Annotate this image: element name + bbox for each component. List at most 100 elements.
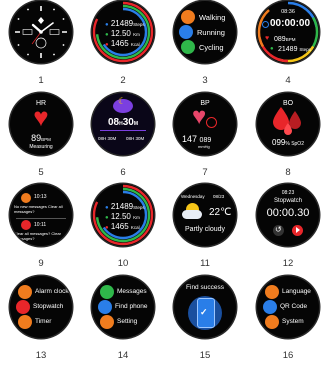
bpm-value: 089 xyxy=(274,36,286,43)
menu-item-find-phone[interactable]: Find phone xyxy=(115,303,148,310)
menu-item-running[interactable]: Running xyxy=(197,28,225,37)
reset-icon: ↺ xyxy=(275,225,282,234)
phone-icon[interactable] xyxy=(98,300,112,314)
screen-blood-pressure[interactable]: BP ♥ 147 089 mmHg 7 xyxy=(164,92,246,182)
bp-systolic: 147 xyxy=(182,134,198,144)
menu-item-cycling[interactable]: Cycling xyxy=(199,43,224,52)
flame-icon: ● xyxy=(105,42,109,48)
screen-number: 6 xyxy=(120,167,126,178)
flame-icon: ● xyxy=(105,225,109,231)
screen-activity-rings-2[interactable]: ● 21489Steps ● 12.50 Km ● 1465 Kcal 10 xyxy=(82,183,164,273)
settings-icon[interactable] xyxy=(100,315,114,329)
footprint-icon: ● xyxy=(270,46,274,52)
screen-activity-rings[interactable]: ● 21489Steps ● 12.50 Km ● 1465 Kcal 2 xyxy=(82,0,164,90)
weather-date: 08/23 xyxy=(213,194,225,199)
clock-icon xyxy=(262,21,269,28)
heart-icon: ♥ xyxy=(265,35,270,42)
screen-stopwatch[interactable]: 08:23 Stopwatch 00:00.30 ↺ 12 xyxy=(247,183,329,273)
menu-item-timer[interactable]: Timer xyxy=(35,318,51,325)
sleep-m-unit: M xyxy=(133,121,139,127)
calories-value: 1465 xyxy=(110,39,129,48)
hr-status: Measuring xyxy=(29,144,53,150)
message-icon xyxy=(21,193,31,203)
messages-icon[interactable] xyxy=(100,285,114,299)
alarm-clock-icon[interactable] xyxy=(18,285,32,299)
heart-gauge-icon: ♥ xyxy=(192,103,207,130)
watch-display: Find success ✓ xyxy=(174,276,236,338)
divider xyxy=(16,218,66,219)
screen-blood-oxygen[interactable]: BO 099% SpO2 8 xyxy=(247,92,329,182)
location-icon: ● xyxy=(105,215,109,221)
light-sleep-stat: 08H 30M xyxy=(126,136,145,141)
screen-analog-face[interactable]: 1 xyxy=(0,0,82,90)
hr-value: 89 xyxy=(31,133,42,143)
steps-value: 21489 xyxy=(110,19,134,28)
time-label: 08:36 xyxy=(281,9,295,15)
running-icon[interactable] xyxy=(179,25,193,39)
timer-icon[interactable] xyxy=(18,315,32,329)
screen-number: 7 xyxy=(202,167,208,178)
watch-display: Walking Running Cycling xyxy=(174,1,236,63)
steps-value: 21489 xyxy=(278,46,298,53)
screen-find-phone[interactable]: Find success ✓ 15 xyxy=(164,275,246,365)
divider xyxy=(100,130,146,131)
screen-heart-rate[interactable]: HR ♥ 89BPM Measuring 5 xyxy=(0,92,82,182)
screen-phone-menu[interactable]: Messages Find phone Setting 14 xyxy=(82,275,164,365)
screen-timer-face[interactable]: 08:36 00:00:00 ♥ 089BPM ● 21489 Steps 4 xyxy=(247,0,329,90)
screen-sleep[interactable]: ☾ 08H30M 08H 30M 08H 30M 6 xyxy=(82,92,164,182)
bo-unit: % SpO2 xyxy=(285,141,304,147)
screen-number: 4 xyxy=(285,75,291,86)
find-title: Find success xyxy=(186,284,224,291)
steps-row: 21489 Steps xyxy=(278,46,311,53)
screen-number: 8 xyxy=(285,167,291,178)
message-text-2[interactable]: Clear all messages? Clear messages? xyxy=(14,231,68,241)
play-icon xyxy=(296,227,300,233)
screen-tools-menu[interactable]: Alarm clock Stopwatch Timer 13 xyxy=(0,275,82,365)
distance-value: 12.50 xyxy=(110,29,131,38)
menu-item-setting[interactable]: Setting xyxy=(117,318,137,325)
menu-item-system[interactable]: System xyxy=(282,318,304,325)
message-time-2: 10:11 xyxy=(34,222,47,228)
screen-number: 12 xyxy=(282,258,294,269)
menu-item-qr-code[interactable]: QR Code xyxy=(280,303,307,310)
screen-number: 9 xyxy=(38,258,44,269)
bpm-row: 089BPM xyxy=(274,36,295,43)
menu-item-language[interactable]: Language xyxy=(282,288,311,295)
bo-value: 099 xyxy=(272,138,286,147)
system-icon[interactable] xyxy=(265,315,279,329)
screen-sport-modes[interactable]: Walking Running Cycling 3 xyxy=(164,0,246,90)
check-icon: ✓ xyxy=(200,307,208,317)
message-text-1[interactable]: No new messages Clear all messages? xyxy=(14,204,68,214)
watch-display xyxy=(10,1,72,63)
watch-display: 08:23 Stopwatch 00:00.30 ↺ xyxy=(257,184,319,246)
screen-settings-menu[interactable]: Language QR Code System 16 xyxy=(247,275,329,365)
cycling-icon[interactable] xyxy=(181,40,195,54)
hr-reading: 89BPM xyxy=(10,133,72,143)
screen-messages[interactable]: 10:13 No new messages Clear all messages… xyxy=(0,183,82,273)
stopwatch-icon[interactable] xyxy=(16,300,30,314)
bp-reading: 147 089 xyxy=(182,134,211,144)
walking-icon[interactable] xyxy=(181,10,195,24)
menu-item-walking[interactable]: Walking xyxy=(199,13,225,22)
menu-item-stopwatch[interactable]: Stopwatch xyxy=(33,303,63,310)
screen-number: 5 xyxy=(38,167,44,178)
steps-row: ● 21489Steps xyxy=(105,19,145,28)
menu-item-messages[interactable]: Messages xyxy=(117,288,147,295)
steps-unit: Steps xyxy=(299,47,311,52)
sleep-duration: 08H30M xyxy=(92,117,154,128)
qr-code-icon[interactable] xyxy=(263,300,277,314)
menu-item-alarm-clock[interactable]: Alarm clock xyxy=(35,288,69,295)
stopwatch-title: Stopwatch xyxy=(273,198,303,204)
language-icon[interactable] xyxy=(265,285,279,299)
watch-display: BO 099% SpO2 xyxy=(257,93,319,155)
footprint-icon: ● xyxy=(105,205,109,211)
screen-weather[interactable]: Wednesday 08/23 22℃ Partly cloudy 11 xyxy=(164,183,246,273)
watch-display: Language QR Code System xyxy=(257,276,319,338)
calories-row: ● 1465 Kcal xyxy=(105,222,140,231)
weather-temp: 22℃ xyxy=(209,207,232,218)
calories-unit: Kcal xyxy=(130,225,140,230)
bp-diastolic: 089 xyxy=(199,137,212,144)
moon-icon: ☾ xyxy=(118,96,127,106)
calories-value: 1465 xyxy=(110,222,129,231)
distance-unit: Km xyxy=(133,32,140,37)
